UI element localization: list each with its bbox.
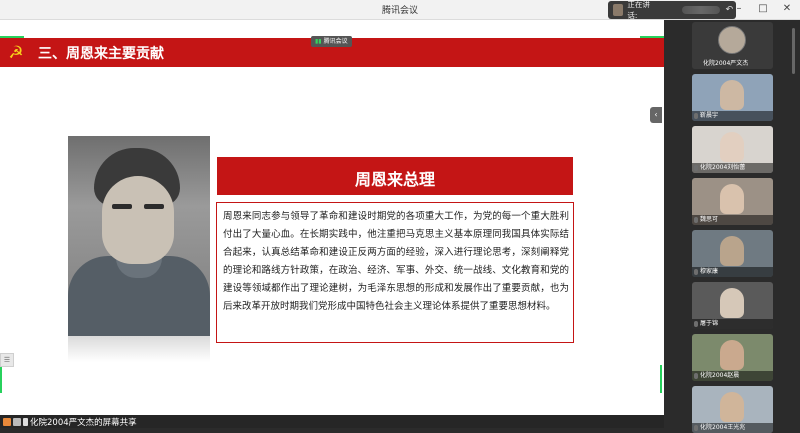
participant-video — [720, 288, 744, 318]
share-status: 化院2004严文杰的屏幕共享 — [3, 416, 137, 428]
speaking-indicator: 正在讲话: ↶ — [608, 0, 736, 20]
portrait-reflection — [68, 336, 210, 362]
participant-tile[interactable]: 化院2004严文杰 — [692, 22, 773, 69]
avatar — [718, 26, 746, 54]
floating-badge-label: 腾讯会议 — [323, 38, 348, 45]
participant-name: 化院2004赵晨 — [692, 371, 773, 381]
screen-share-area: ☭ 三、周恩来主要贡献 ▮▮ 腾讯会议 周恩来总理 周恩来同志参与领导了革命和建设… — [0, 20, 664, 415]
participant-name: 屠于锦 — [692, 319, 773, 329]
participants-scroll-thumb[interactable] — [792, 28, 795, 74]
participant-name: 化院2004刘怡蕾 — [692, 163, 773, 173]
body-text-box: 周恩来同志参与领导了革命和建设时期党的各项重大工作，为党的每一个重大胜利付出了大… — [216, 202, 574, 343]
participant-name: 靳晨宇 — [692, 111, 773, 121]
portrait-face — [102, 176, 174, 264]
participant-video — [720, 340, 744, 370]
participant-tile[interactable]: 化院2004赵晨 — [692, 334, 773, 381]
participant-tile[interactable]: 魏思可 — [692, 178, 773, 225]
collapse-panel-button[interactable]: ‹ — [650, 107, 662, 123]
participant-name: 穆家康 — [692, 267, 773, 277]
body-text: 周恩来同志参与领导了革命和建设时期党的各项重大工作，为党的每一个重大胜利付出了大… — [223, 211, 569, 312]
speaker-avatar — [613, 4, 624, 16]
portrait-photo — [68, 136, 210, 336]
bottom-status-bar: 化院2004严文杰的屏幕共享 — [0, 415, 664, 428]
name-title-box: 周恩来总理 — [217, 157, 573, 195]
share-frame-corner-br — [660, 365, 662, 393]
speaking-label: 正在讲话: — [627, 0, 650, 20]
share-status-label: 化院2004严文杰的屏幕共享 — [30, 418, 137, 428]
hammer-sickle-icon: ☭ — [8, 43, 24, 63]
screen-icon — [13, 418, 21, 426]
user-icon — [3, 418, 11, 426]
participants-scrollbar[interactable] — [792, 24, 796, 424]
portrait-brow-right — [144, 204, 164, 209]
side-toolbar-toggle[interactable]: ☰ — [0, 353, 14, 367]
window-controls: – □ ✕ — [732, 2, 794, 16]
participant-name: 化院2004严文杰 — [692, 59, 773, 69]
maximize-icon[interactable]: □ — [756, 2, 770, 16]
participant-tile[interactable]: 穆家康 — [692, 230, 773, 277]
participant-name: 魏思可 — [692, 215, 773, 225]
participant-name: 化院2004王光兆 — [692, 423, 773, 433]
portrait-brow-left — [112, 204, 132, 209]
participant-video — [720, 80, 744, 110]
undo-arrow-icon[interactable]: ↶ — [726, 4, 736, 16]
share-frame-corner-bl — [0, 365, 2, 393]
speaker-names-blurred — [681, 6, 720, 14]
participant-video — [720, 236, 744, 266]
close-icon[interactable]: ✕ — [780, 2, 794, 16]
meeting-floating-badge[interactable]: ▮▮ 腾讯会议 — [311, 36, 352, 47]
participant-tile[interactable]: 化院2004王光兆 — [692, 386, 773, 433]
participant-video — [720, 184, 744, 214]
slide-section-title: 三、周恩来主要贡献 — [38, 46, 164, 62]
participant-video — [720, 392, 744, 422]
participant-tile[interactable]: 靳晨宇 — [692, 74, 773, 121]
participant-tile[interactable]: 化院2004刘怡蕾 — [692, 126, 773, 173]
name-title: 周恩来总理 — [354, 170, 435, 189]
participant-video — [720, 132, 744, 162]
participant-tile[interactable]: 屠于锦 — [692, 282, 773, 329]
signal-icon: ▮▮ — [315, 38, 322, 45]
mic-icon — [23, 418, 28, 426]
participants-panel: 化院2004严文杰 靳晨宇化院2004刘怡蕾 魏思可穆家康屠于锦化院2004赵晨 化院… — [664, 20, 800, 433]
